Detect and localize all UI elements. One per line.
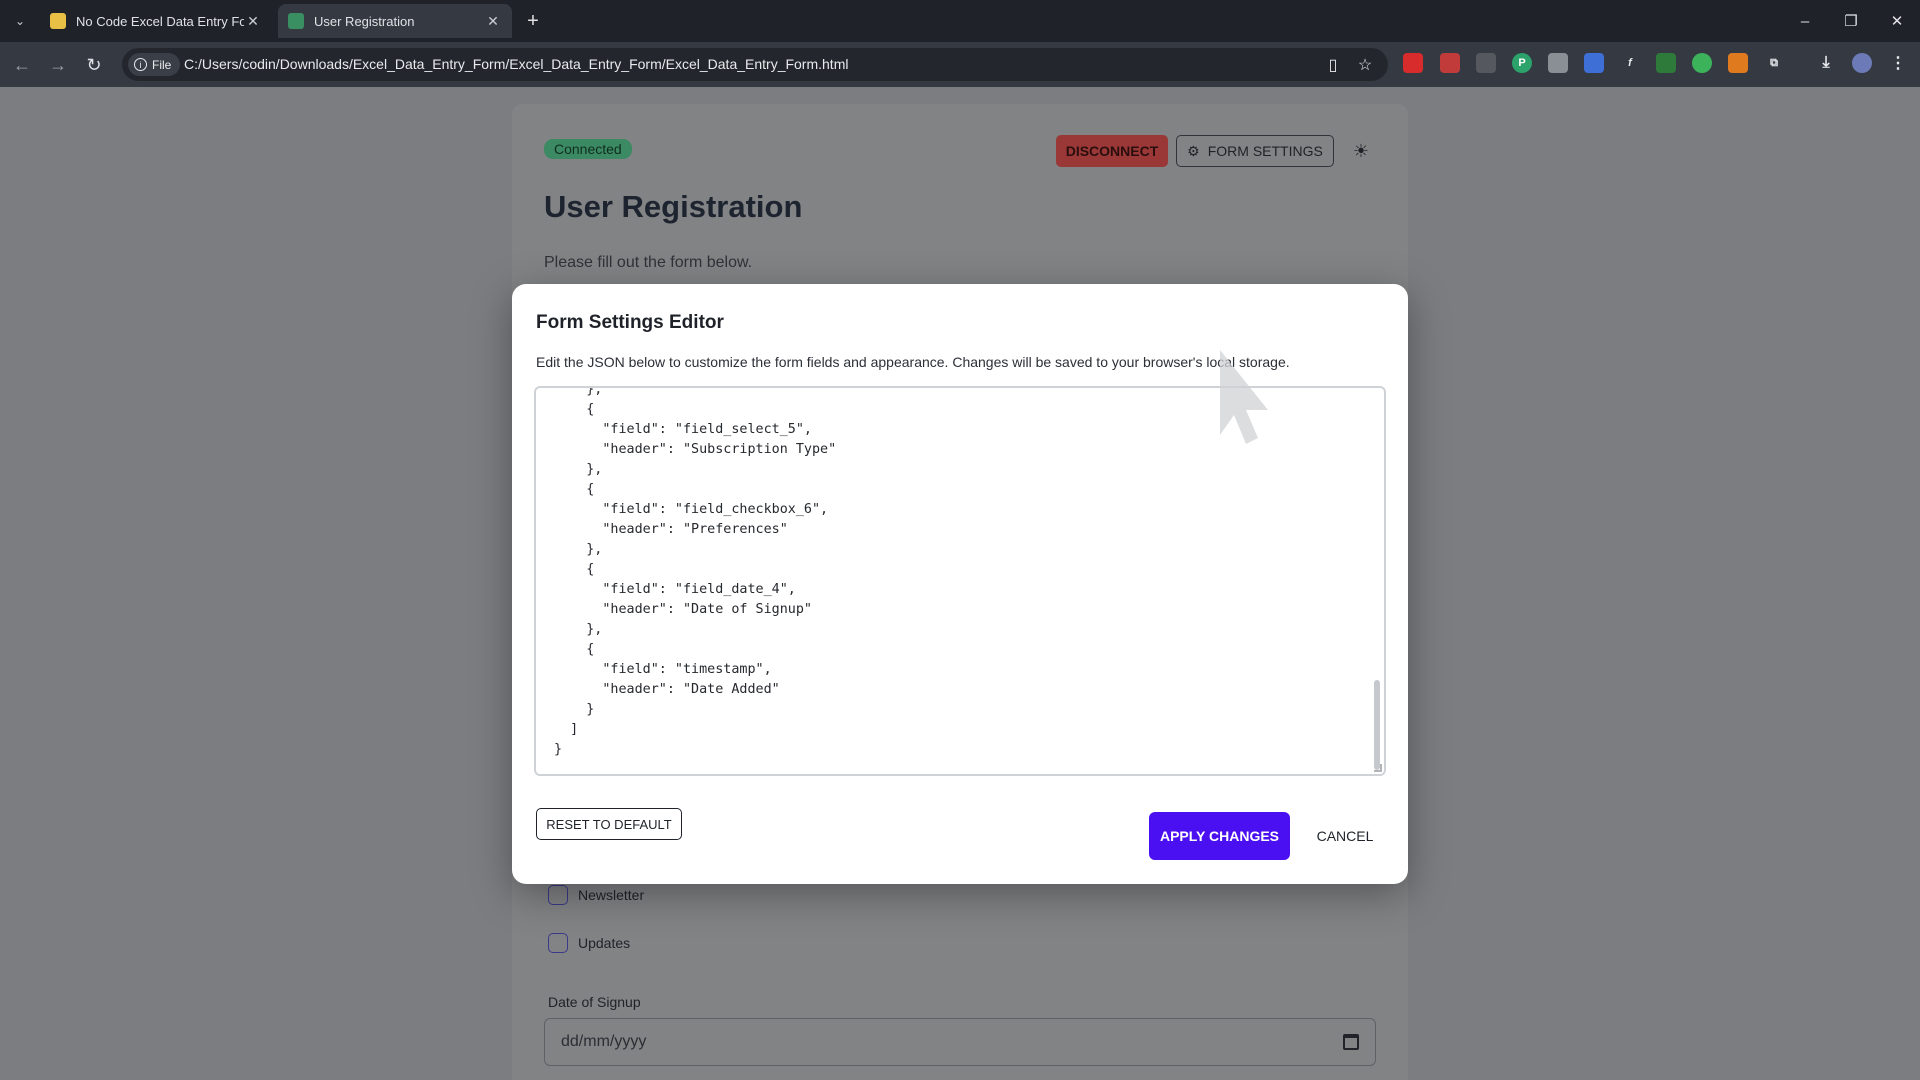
minimize-button[interactable]: – [1790, 8, 1820, 34]
modal-description: Edit the JSON below to customize the for… [536, 354, 1290, 370]
new-tab-button[interactable]: + [520, 8, 546, 34]
page-title: User Registration [544, 189, 803, 224]
chip-label: File [152, 57, 172, 72]
form-settings-label: FORM SETTINGS [1207, 143, 1323, 159]
checkbox-box[interactable] [548, 885, 568, 905]
back-icon[interactable]: ← [8, 51, 36, 79]
tab-excel-form[interactable]: No Code Excel Data Entry Form ✕ [40, 4, 272, 38]
browser-tab-bar: ⌄ No Code Excel Data Entry Form ✕ User R… [0, 0, 1920, 42]
checkbox-box[interactable] [548, 933, 568, 953]
date-signup-input[interactable]: dd/mm/yyyy [544, 1018, 1376, 1066]
mouse-cursor-icon [1220, 350, 1268, 444]
page-icon[interactable]: ▯ [1322, 54, 1344, 76]
extensions-puzzle-icon[interactable]: ⧉ [1764, 53, 1784, 73]
info-icon: i [134, 58, 147, 71]
profile-avatar[interactable] [1852, 53, 1872, 73]
extension-stack-icon[interactable] [1440, 53, 1460, 73]
resize-handle-icon[interactable] [1374, 764, 1382, 772]
close-window-button[interactable]: ✕ [1882, 8, 1912, 34]
modal-title: Form Settings Editor [536, 312, 724, 333]
url-text[interactable]: C:/Users/codin/Downloads/Excel_Data_Entr… [184, 56, 848, 72]
checkbox-updates[interactable]: Updates [548, 933, 630, 953]
disconnect-button[interactable]: DISCONNECT [1056, 135, 1168, 167]
extension-translate-icon[interactable] [1584, 53, 1604, 73]
page-subtitle: Please fill out the form below. [544, 254, 753, 271]
editor-scrollbar[interactable] [1374, 680, 1380, 770]
forward-icon[interactable]: → [44, 51, 72, 79]
date-field-label: Date of Signup [548, 994, 641, 1010]
checkbox-newsletter[interactable]: Newsletter [548, 885, 644, 905]
apply-changes-button[interactable]: APPLY CHANGES [1149, 812, 1290, 860]
site-info-chip[interactable]: i File [128, 53, 181, 76]
reset-to-default-button[interactable]: RESET TO DEFAULT [536, 808, 682, 840]
code-favicon-icon [50, 13, 66, 29]
form-settings-button[interactable]: ⚙ FORM SETTINGS [1176, 135, 1334, 167]
sun-icon[interactable]: ☀ [1348, 138, 1374, 164]
tab-user-registration[interactable]: User Registration ✕ [278, 4, 512, 38]
restore-button[interactable]: ❐ [1836, 8, 1866, 34]
date-placeholder: dd/mm/yyyy [561, 1033, 647, 1050]
extension-p-icon[interactable]: P [1512, 53, 1532, 73]
extension-red-icon[interactable] [1403, 53, 1423, 73]
checkbox-label: Updates [578, 935, 631, 951]
reload-icon[interactable]: ↻ [80, 51, 108, 79]
gear-icon: ⚙ [1187, 142, 1200, 159]
close-tab-icon[interactable]: ✕ [244, 13, 262, 30]
address-bar[interactable]: i File C:/Users/codin/Downloads/Excel_Da… [122, 48, 1388, 81]
sheet-favicon-icon [288, 13, 304, 29]
status-badge: Connected [544, 139, 632, 159]
cancel-button[interactable]: CANCEL [1306, 812, 1384, 860]
tab-title: No Code Excel Data Entry Form [76, 13, 244, 29]
menu-kebab-icon[interactable]: ⋮ [1888, 53, 1908, 73]
extension-leaf-icon[interactable] [1656, 53, 1676, 73]
json-editor-text[interactable]: }, { "field": "field_select_5", "header"… [554, 388, 836, 760]
form-settings-modal: Form Settings Editor Edit the JSON below… [512, 284, 1408, 884]
tab-title: User Registration [314, 13, 415, 29]
bookmark-star-icon[interactable]: ☆ [1354, 54, 1376, 76]
tab-search-button[interactable]: ⌄ [6, 8, 34, 34]
extension-function-icon[interactable]: f [1620, 53, 1640, 73]
extension-camera-icon[interactable] [1548, 53, 1568, 73]
extension-orange-icon[interactable] [1728, 53, 1748, 73]
extension-robot-icon[interactable] [1476, 53, 1496, 73]
extension-eye-icon[interactable] [1692, 53, 1712, 73]
downloads-icon[interactable]: ⤓ [1816, 53, 1836, 73]
checkbox-label: Newsletter [578, 887, 645, 903]
calendar-icon[interactable] [1343, 1034, 1359, 1050]
close-tab-icon[interactable]: ✕ [484, 13, 502, 30]
